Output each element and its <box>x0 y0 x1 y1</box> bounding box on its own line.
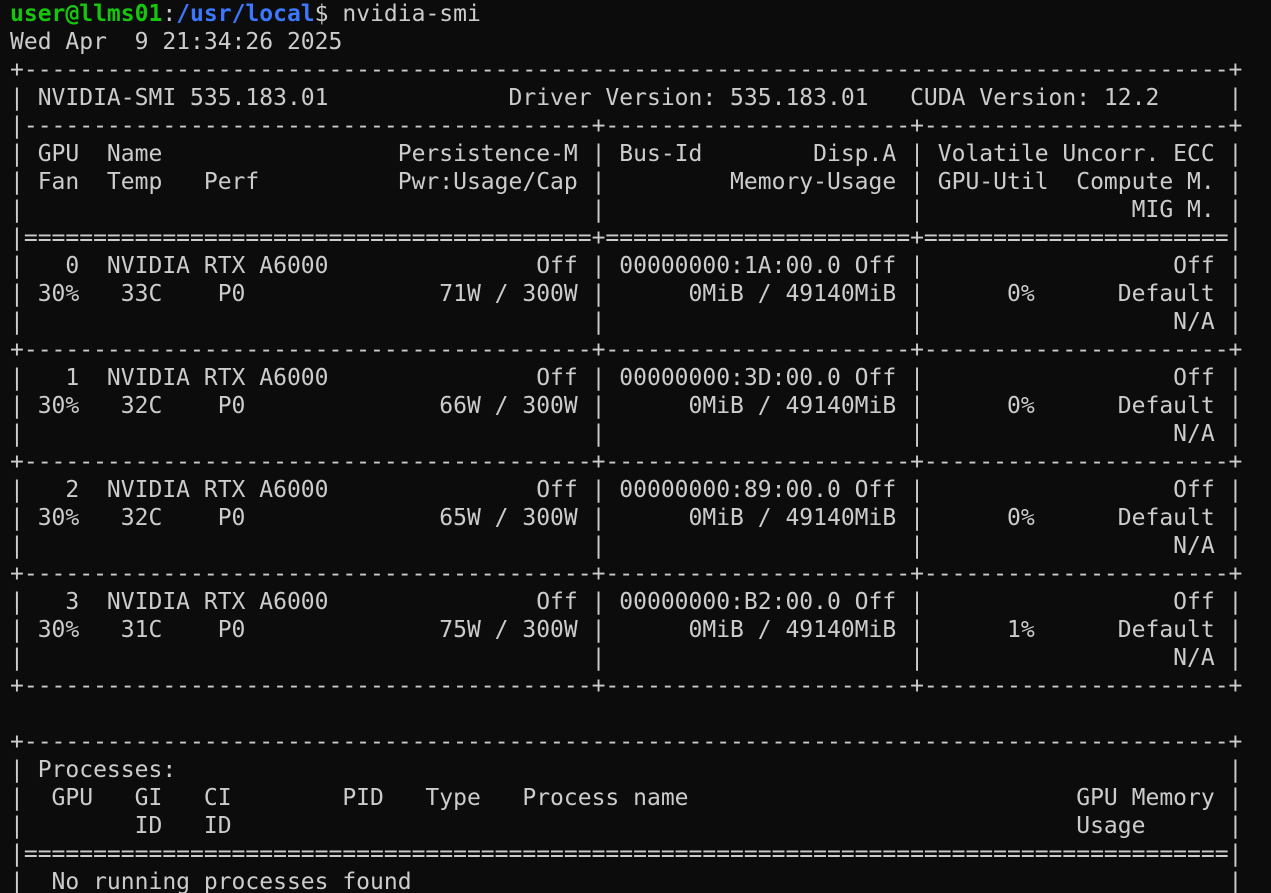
gpu-1-row-1: | 1 NVIDIA RTX A6000 Off | 00000000:3D:0… <box>10 365 1243 391</box>
terminal-window[interactable]: user@llms01:/usr/local$ nvidia-smi Wed A… <box>0 0 1271 893</box>
prompt-user-host: user@llms01 <box>10 1 163 27</box>
gpu-0-row-1: | 0 NVIDIA RTX A6000 Off | 00000000:1A:0… <box>10 253 1243 279</box>
gpu-1-row-3: | | | N/A | <box>10 421 1243 447</box>
gpu-0-row-2: | 30% 33C P0 71W / 300W | 0MiB / 49140Mi… <box>10 281 1243 307</box>
header-separator: |=======================================… <box>10 225 1243 251</box>
table-divider: +---------------------------------------… <box>10 337 1243 363</box>
header-row-3: | | | MIG M. | <box>10 197 1243 223</box>
gpu-1-row-2: | 30% 32C P0 66W / 300W | 0MiB / 49140Mi… <box>10 393 1243 419</box>
gpu-2-row-2: | 30% 32C P0 65W / 300W | 0MiB / 49140Mi… <box>10 505 1243 531</box>
gpu-3-row-2: | 30% 31C P0 75W / 300W | 0MiB / 49140Mi… <box>10 617 1243 643</box>
gpu-2-row-1: | 2 NVIDIA RTX A6000 Off | 00000000:89:0… <box>10 477 1243 503</box>
output-date: Wed Apr 9 21:34:26 2025 <box>10 29 343 55</box>
header-row-1: | GPU Name Persistence-M | Bus-Id Disp.A… <box>10 141 1243 167</box>
processes-border-top: +---------------------------------------… <box>10 729 1243 755</box>
gpu-0-row-3: | | | N/A | <box>10 309 1243 335</box>
prompt-separator: : <box>162 1 177 27</box>
prompt-line: user@llms01:/usr/local$ nvidia-smi <box>10 0 1271 28</box>
gpu-3-row-1: | 3 NVIDIA RTX A6000 Off | 00000000:B2:0… <box>10 589 1243 615</box>
processes-header-2: | ID ID Usage | <box>10 813 1243 839</box>
gpu-2-row-3: | | | N/A | <box>10 533 1243 559</box>
processes-header-1: | GPU GI CI PID Type Process name GPU Me… <box>10 785 1243 811</box>
prompt-symbol: $ <box>314 1 343 27</box>
processes-title: | Processes: | <box>10 757 1243 783</box>
header-row-2: | Fan Temp Perf Pwr:Usage/Cap | Memory-U… <box>10 169 1243 195</box>
smi-version-row: | NVIDIA-SMI 535.183.01 Driver Version: … <box>10 85 1243 111</box>
table-divider: +---------------------------------------… <box>10 561 1243 587</box>
typed-command: nvidia-smi <box>342 1 481 27</box>
table-divider: +---------------------------------------… <box>10 449 1243 475</box>
processes-empty-message: | No running processes found | <box>10 869 1243 893</box>
table-divider: |---------------------------------------… <box>10 113 1243 139</box>
prompt-path: /usr/local <box>176 1 315 27</box>
table-border-bottom: +---------------------------------------… <box>10 673 1243 699</box>
processes-separator: |=======================================… <box>10 841 1243 867</box>
table-border-top: +---------------------------------------… <box>10 57 1243 83</box>
gpu-3-row-3: | | | N/A | <box>10 645 1243 671</box>
